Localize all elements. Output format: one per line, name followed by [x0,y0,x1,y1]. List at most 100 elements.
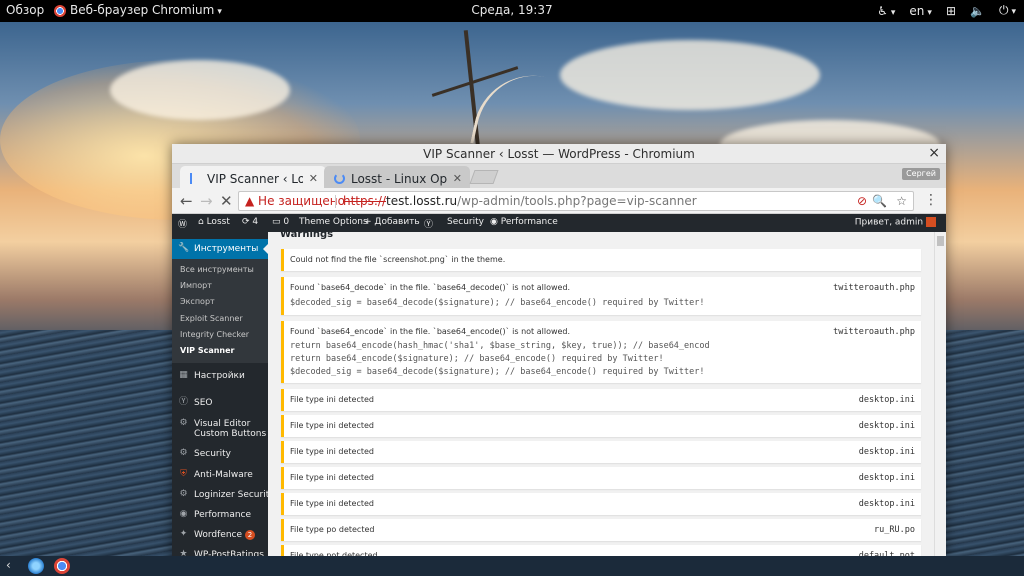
warning-notice: Found `base64_decode` in the file. `base… [281,277,921,315]
menu-item-security[interactable]: ⚙ Security [178,448,231,459]
language-label: en [909,3,925,18]
notice-file: twitteroauth.php [833,327,915,337]
menu-item-performance[interactable]: ◉ Performance [178,509,251,520]
activities-button[interactable]: Обзор [6,3,44,17]
close-tab-icon[interactable]: ✕ [453,172,462,185]
notice-file: desktop.ini [858,499,915,509]
warning-notice: Could not find the file `screenshot.png`… [281,249,921,271]
wordpress-logo-icon[interactable]: Ⓦ [178,217,187,230]
top-bar-right: ♿ ▾ en ▾ ⊞ 🔈 ⏻ ▾ [877,3,1016,18]
menu-item-settings[interactable]: ▦ Настройки [178,370,245,381]
settings-icon: ▦ [179,370,188,380]
notice-code-line: return base64_encode($signature); // bas… [290,354,664,364]
browser-menu-icon[interactable]: ⋮ [924,192,938,208]
top-bar-left: Обзор Веб-браузер Chromium ▾ [6,3,222,17]
wp-admin-menu: 🔧 Инструменты Все инструменты Импорт Эксп… [172,232,275,576]
admin-bar-performance[interactable]: ◉ Performance [490,217,558,227]
browser-window: VIP Scanner ‹ Losst — WordPress - Chromi… [172,144,946,576]
notice-message: File type ini detected [290,395,374,404]
updates-count: 4 [252,217,259,227]
top-bar: Обзор Веб-браузер Chromium ▾ Среда, 19:37… [0,0,1024,22]
submenu-export[interactable]: Экспорт [180,297,215,306]
warning-notice: File type ini detected desktop.ini [281,441,921,463]
not-secure-label: Не защищено [258,194,345,208]
menu-item-visual-editor-line2[interactable]: Custom Buttons [194,429,266,439]
submenu-integrity-checker[interactable]: Integrity Checker [180,330,249,339]
notice-file: desktop.ini [858,395,915,405]
menu-item-anti-malware[interactable]: ⛨ Anti-Malware [178,469,253,480]
close-tab-icon[interactable]: ✕ [309,172,318,185]
new-tab-button[interactable] [469,170,499,184]
admin-bar-security[interactable]: Security [447,217,484,227]
accessibility-icon[interactable]: ♿ ▾ [877,4,895,18]
notice-file: ru_RU.po [874,525,915,535]
notice-message: File type ini detected [290,421,374,430]
menu-item-seo[interactable]: Ⓨ SEO [178,397,213,408]
yoast-icon[interactable]: Ⓨ [424,217,433,230]
bookmark-star-icon[interactable]: ☆ [896,194,907,208]
menu-item-visual-editor[interactable]: ⚙ Visual Editor [178,418,250,429]
app-menu[interactable]: Веб-браузер Chromium ▾ [54,3,222,17]
close-window-icon[interactable]: × [928,145,940,161]
admin-bar-add-new[interactable]: + Добавить [364,217,420,227]
zoom-icon[interactable]: 🔍 [872,194,887,208]
admin-bar-theme-options[interactable]: Theme Options [299,217,368,227]
notice-code-line: $decoded_sig = base64_decode($signature)… [290,298,705,308]
admin-bar-updates[interactable]: ⟳ 4 [242,217,258,227]
window-title: VIP Scanner ‹ Losst — WordPress - Chromi… [423,147,695,161]
menu-item-label: Visual Editor [194,419,251,429]
tab-losst[interactable]: Losst - Linux Open S ✕ [324,166,470,188]
submenu-all-tools[interactable]: Все инструменты [180,265,254,274]
dock-arrow-icon[interactable]: ‹ [6,558,11,572]
admin-bar-comments[interactable]: ▭ 0 [272,217,289,227]
profile-button[interactable]: Сергей [902,168,940,180]
menu-item-tools-label: Инструменты [194,244,259,254]
blocked-content-icon[interactable]: ⊘ [857,194,867,208]
volume-icon[interactable]: 🔈 [970,4,985,18]
warning-notice: File type ini detected desktop.ini [281,389,921,411]
gear-icon: ⚙ [179,418,188,428]
menu-item-loginizer[interactable]: ⚙ Loginizer Security [178,489,274,500]
browser-launcher-icon[interactable] [28,558,44,574]
comments-count: 0 [283,217,290,227]
not-secure-indicator[interactable]: ▲ Не защищено [245,194,345,208]
warning-notice: File type ini detected desktop.ini [281,493,921,515]
notice-message: Found `base64_encode` in the file. `base… [290,327,571,336]
notice-message: Could not find the file `screenshot.png`… [290,255,506,264]
notice-file: desktop.ini [858,421,915,431]
add-new-label: Добавить [374,217,420,227]
back-arrow-icon[interactable]: ← [180,192,193,210]
forward-arrow-icon[interactable]: → [200,192,213,210]
submenu-vip-scanner[interactable]: VIP Scanner [180,346,234,355]
menu-item-tools[interactable]: 🔧 Инструменты [172,239,268,259]
tab-vip-scanner[interactable]: VIP Scanner ‹ Losst ✕ [180,166,326,188]
network-icon[interactable]: ⊞ [946,4,956,18]
window-titlebar[interactable]: VIP Scanner ‹ Losst — WordPress - Chromi… [172,144,946,164]
tools-submenu: Все инструменты Импорт Экспорт Exploit S… [172,259,268,363]
menu-item-tools-label-wrap: 🔧 Инструменты [178,243,258,254]
vertical-scrollbar[interactable] [934,232,946,562]
scrollbar-thumb[interactable] [937,236,944,246]
menu-item-label: Performance [194,510,252,520]
admin-bar-account[interactable]: Привет, admin [855,217,936,228]
notice-message: Found `base64_decode` in the file. `base… [290,283,571,292]
url-text: https://test.losst.ru/wp-admin/tools.php… [343,194,697,208]
wordfence-icon: ✦ [179,529,188,539]
menu-item-wordfence[interactable]: ✦ Wordfence 2 [178,529,256,540]
menu-item-label: Wordfence [194,530,243,540]
warning-notice: Found `base64_encode` in the file. `base… [281,321,921,383]
url-host: test.losst.ru [386,194,458,208]
address-bar[interactable]: ▲ Не защищено https://test.losst.ru/wp-a… [238,191,914,211]
power-icon[interactable]: ⏻ ▾ [999,3,1016,18]
chromium-icon[interactable] [54,558,70,574]
submenu-import[interactable]: Импорт [180,281,212,290]
notice-file: desktop.ini [858,447,915,457]
notice-file: twitteroauth.php [833,283,915,293]
url-path: /wp-admin/tools.php?page=vip-scanner [457,194,697,208]
stop-loading-icon[interactable]: ✕ [220,192,233,210]
admin-bar-site[interactable]: ⌂ Losst [198,217,230,227]
notice-message: File type ini detected [290,499,374,508]
tab-label: Losst - Linux Open S [350,171,447,186]
language-menu[interactable]: en ▾ [909,4,932,18]
submenu-exploit-scanner[interactable]: Exploit Scanner [180,314,243,323]
